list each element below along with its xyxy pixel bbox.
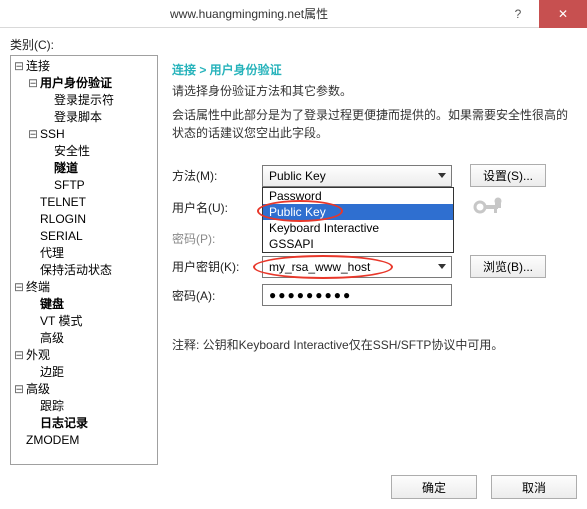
tree-item[interactable]: 登录提示符 — [41, 92, 157, 109]
tree-item[interactable]: ⊟用户身份验证 登录提示符 登录脚本 — [27, 75, 157, 126]
collapse-icon[interactable]: ⊟ — [13, 381, 25, 398]
tree-item[interactable]: ⊟连接 ⊟用户身份验证 登录提示符 登录脚本 ⊟SSH 安全性 — [13, 58, 157, 279]
tree-item[interactable]: 边距 — [27, 364, 157, 381]
tree-item[interactable]: ⊟终端 键盘 VT 模式 高级 — [13, 279, 157, 347]
tree-item[interactable]: 登录脚本 — [41, 109, 157, 126]
browse-button[interactable]: 浏览(B)... — [470, 255, 546, 278]
intro-text: 请选择身份验证方法和其它参数。 — [172, 82, 577, 100]
close-button[interactable]: ✕ — [539, 0, 587, 28]
setup-button[interactable]: 设置(S)... — [470, 164, 546, 187]
ok-button[interactable]: 确定 — [391, 475, 477, 499]
password-label: 密码(P): — [172, 230, 262, 247]
passphrase-label: 密码(A): — [172, 287, 262, 304]
userkey-label: 用户密钥(K): — [172, 258, 262, 275]
username-label: 用户名(U): — [172, 199, 262, 216]
method-dropdown: Password Public Key Keyboard Interactive… — [262, 187, 454, 253]
chevron-down-icon — [437, 169, 447, 183]
cancel-button[interactable]: 取消 — [491, 475, 577, 499]
tree-item[interactable]: 安全性 — [41, 143, 157, 160]
tree-item[interactable]: TELNET — [27, 194, 157, 211]
tree-item[interactable]: 隧道 — [41, 160, 157, 177]
method-select[interactable]: Public Key Password Public Key Keyboard … — [262, 165, 452, 187]
method-option[interactable]: Keyboard Interactive — [263, 220, 453, 236]
tree-item[interactable]: SFTP — [41, 177, 157, 194]
chevron-down-icon — [437, 260, 447, 274]
tree-item[interactable]: 高级 — [27, 330, 157, 347]
category-label: 类别(C): — [10, 36, 577, 53]
collapse-icon[interactable]: ⊟ — [27, 75, 39, 92]
tree-item[interactable]: ⊟SSH 安全性 隧道 SFTP — [27, 126, 157, 194]
tree-item[interactable]: 跟踪 — [27, 398, 157, 415]
footnote: 注释: 公钥和Keyboard Interactive仅在SSH/SFTP协议中… — [172, 336, 577, 353]
method-value: Public Key — [269, 169, 326, 183]
help-button[interactable]: ? — [497, 0, 539, 28]
tree-item[interactable]: VT 模式 — [27, 313, 157, 330]
title-bar: www.huangmingming.net属性 ? ✕ — [0, 0, 587, 28]
tree-item[interactable]: 日志记录 — [27, 415, 157, 432]
window-title: www.huangmingming.net属性 — [170, 5, 328, 22]
passphrase-input[interactable]: ●●●●●●●●● — [262, 284, 452, 306]
tree-item[interactable]: 保持活动状态 — [27, 262, 157, 279]
settings-pane: 连接 > 用户身份验证 请选择身份验证方法和其它参数。 会话属性中此部分是为了登… — [158, 55, 577, 465]
tree-item[interactable]: ZMODEM — [13, 432, 157, 449]
method-label: 方法(M): — [172, 167, 262, 184]
method-option[interactable]: Password — [263, 188, 453, 204]
passphrase-value: ●●●●●●●●● — [269, 288, 352, 302]
category-tree[interactable]: ⊟连接 ⊟用户身份验证 登录提示符 登录脚本 ⊟SSH 安全性 — [10, 55, 158, 465]
collapse-icon[interactable]: ⊟ — [13, 347, 25, 364]
key-lock-icon — [470, 193, 504, 221]
dialog-footer: 确定 取消 — [10, 465, 577, 499]
collapse-icon[interactable]: ⊟ — [13, 58, 25, 75]
tree-item[interactable]: ⊟外观 边距 — [13, 347, 157, 381]
tree-item[interactable]: ⊟高级 跟踪 日志记录 — [13, 381, 157, 432]
collapse-icon[interactable]: ⊟ — [13, 279, 25, 296]
breadcrumb: 连接 > 用户身份验证 — [172, 55, 577, 82]
tree-item[interactable]: 键盘 — [27, 296, 157, 313]
userkey-select[interactable]: my_rsa_www_host — [262, 256, 452, 278]
tree-item[interactable]: SERIAL — [27, 228, 157, 245]
collapse-icon[interactable]: ⊟ — [27, 126, 39, 143]
method-option[interactable]: GSSAPI — [263, 236, 453, 252]
tree-item[interactable]: 代理 — [27, 245, 157, 262]
tree-item[interactable]: RLOGIN — [27, 211, 157, 228]
userkey-value: my_rsa_www_host — [269, 260, 370, 274]
method-option[interactable]: Public Key — [263, 204, 453, 220]
description-text: 会话属性中此部分是为了登录过程更便捷而提供的。如果需要安全性很高的状态的话建议您… — [172, 106, 577, 142]
